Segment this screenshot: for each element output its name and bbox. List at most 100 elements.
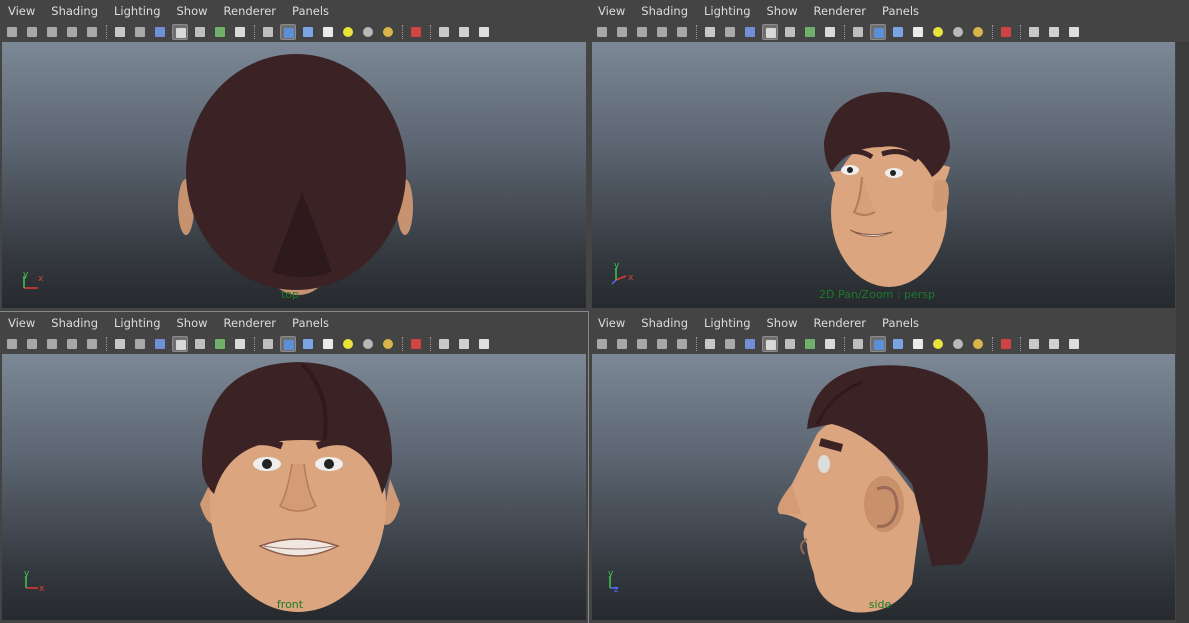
select-camera-icon[interactable]: [998, 336, 1014, 352]
menu-panels[interactable]: Panels: [292, 4, 329, 18]
grid-icon[interactable]: [654, 24, 670, 40]
image-plane-icon[interactable]: [634, 336, 650, 352]
image-plane-icon[interactable]: [634, 24, 650, 40]
shaded-box-icon[interactable]: [280, 24, 296, 40]
shaded-box-icon[interactable]: [870, 336, 886, 352]
wireframe-on-shaded-icon[interactable]: [456, 24, 472, 40]
menu-renderer[interactable]: Renderer: [224, 316, 277, 330]
camera-attributes-icon[interactable]: [4, 24, 20, 40]
shaded-box-icon[interactable]: [280, 336, 296, 352]
xray-icon[interactable]: [192, 24, 208, 40]
wireframe-on-shaded-icon[interactable]: [1046, 336, 1062, 352]
default-light-icon[interactable]: [340, 24, 356, 40]
checker-icon[interactable]: [320, 336, 336, 352]
select-camera-icon[interactable]: [408, 336, 424, 352]
film-gate-icon[interactable]: [84, 24, 100, 40]
text-icon[interactable]: [822, 24, 838, 40]
bookmark-icon[interactable]: [614, 24, 630, 40]
menu-renderer[interactable]: Renderer: [814, 4, 867, 18]
hierarchy-icon[interactable]: [476, 24, 492, 40]
menu-panels[interactable]: Panels: [882, 4, 919, 18]
menu-show[interactable]: Show: [177, 4, 208, 18]
textured-icon[interactable]: [300, 24, 316, 40]
textured-icon[interactable]: [890, 336, 906, 352]
flat-shade-icon[interactable]: [172, 336, 188, 352]
wireframe-on-shaded-icon[interactable]: [1046, 24, 1062, 40]
wireframe-on-shaded-icon[interactable]: [456, 336, 472, 352]
flat-shade-icon[interactable]: [172, 24, 188, 40]
textured-icon[interactable]: [890, 24, 906, 40]
menu-view[interactable]: View: [598, 4, 625, 18]
default-light-icon[interactable]: [340, 336, 356, 352]
wireframe-icon[interactable]: [702, 336, 718, 352]
bookmark-icon[interactable]: [614, 336, 630, 352]
film-gate-icon[interactable]: [674, 336, 690, 352]
image-plane-icon[interactable]: [44, 336, 60, 352]
smooth-wire-icon[interactable]: [132, 24, 148, 40]
xray-joints-icon[interactable]: [802, 336, 818, 352]
menu-show[interactable]: Show: [767, 4, 798, 18]
smooth-wire-icon[interactable]: [722, 336, 738, 352]
viewport-persp[interactable]: 2D Pan/Zoom : persp y x: [592, 42, 1175, 308]
checker-icon[interactable]: [320, 24, 336, 40]
all-lights-icon[interactable]: [360, 336, 376, 352]
backface-icon[interactable]: [436, 24, 452, 40]
image-plane-icon[interactable]: [44, 24, 60, 40]
isolate-icon[interactable]: [850, 336, 866, 352]
wireframe-icon[interactable]: [702, 24, 718, 40]
menu-view[interactable]: View: [8, 4, 35, 18]
menu-shading[interactable]: Shading: [641, 316, 688, 330]
smooth-shade-icon[interactable]: [742, 24, 758, 40]
xray-joints-icon[interactable]: [802, 24, 818, 40]
smooth-shade-icon[interactable]: [152, 24, 168, 40]
panel-side[interactable]: View Shading Lighting Show Renderer Pane…: [590, 312, 1176, 623]
default-light-icon[interactable]: [930, 336, 946, 352]
panel-top[interactable]: View Shading Lighting Show Renderer Pane…: [0, 0, 588, 312]
film-gate-icon[interactable]: [84, 336, 100, 352]
checker-icon[interactable]: [910, 336, 926, 352]
smooth-shade-icon[interactable]: [742, 336, 758, 352]
checker-icon[interactable]: [910, 24, 926, 40]
text-icon[interactable]: [822, 336, 838, 352]
all-lights-icon[interactable]: [950, 336, 966, 352]
default-light-icon[interactable]: [930, 24, 946, 40]
grid-icon[interactable]: [64, 24, 80, 40]
camera-attributes-icon[interactable]: [594, 24, 610, 40]
menu-renderer[interactable]: Renderer: [814, 316, 867, 330]
isolate-icon[interactable]: [260, 24, 276, 40]
menu-panels[interactable]: Panels: [292, 316, 329, 330]
xray-joints-icon[interactable]: [212, 24, 228, 40]
textured-icon[interactable]: [300, 336, 316, 352]
shaded-box-icon[interactable]: [870, 24, 886, 40]
menu-lighting[interactable]: Lighting: [114, 316, 160, 330]
menu-shading[interactable]: Shading: [51, 316, 98, 330]
text-icon[interactable]: [232, 24, 248, 40]
shadow-light-icon[interactable]: [380, 24, 396, 40]
menu-show[interactable]: Show: [767, 316, 798, 330]
smooth-wire-icon[interactable]: [722, 24, 738, 40]
menu-shading[interactable]: Shading: [51, 4, 98, 18]
flat-shade-icon[interactable]: [762, 336, 778, 352]
backface-icon[interactable]: [436, 336, 452, 352]
select-camera-icon[interactable]: [408, 24, 424, 40]
panel-persp[interactable]: View Shading Lighting Show Renderer Pane…: [590, 0, 1176, 312]
xray-icon[interactable]: [192, 336, 208, 352]
flat-shade-icon[interactable]: [762, 24, 778, 40]
grid-icon[interactable]: [654, 336, 670, 352]
isolate-icon[interactable]: [260, 336, 276, 352]
hierarchy-icon[interactable]: [1066, 336, 1082, 352]
wireframe-icon[interactable]: [112, 24, 128, 40]
shadow-light-icon[interactable]: [380, 336, 396, 352]
shadow-light-icon[interactable]: [970, 336, 986, 352]
wireframe-icon[interactable]: [112, 336, 128, 352]
bookmark-icon[interactable]: [24, 336, 40, 352]
menu-lighting[interactable]: Lighting: [114, 4, 160, 18]
shadow-light-icon[interactable]: [970, 24, 986, 40]
camera-attributes-icon[interactable]: [594, 336, 610, 352]
menu-view[interactable]: View: [598, 316, 625, 330]
bookmark-icon[interactable]: [24, 24, 40, 40]
camera-attributes-icon[interactable]: [4, 336, 20, 352]
select-camera-icon[interactable]: [998, 24, 1014, 40]
backface-icon[interactable]: [1026, 336, 1042, 352]
viewport-side[interactable]: side y z: [592, 354, 1175, 620]
